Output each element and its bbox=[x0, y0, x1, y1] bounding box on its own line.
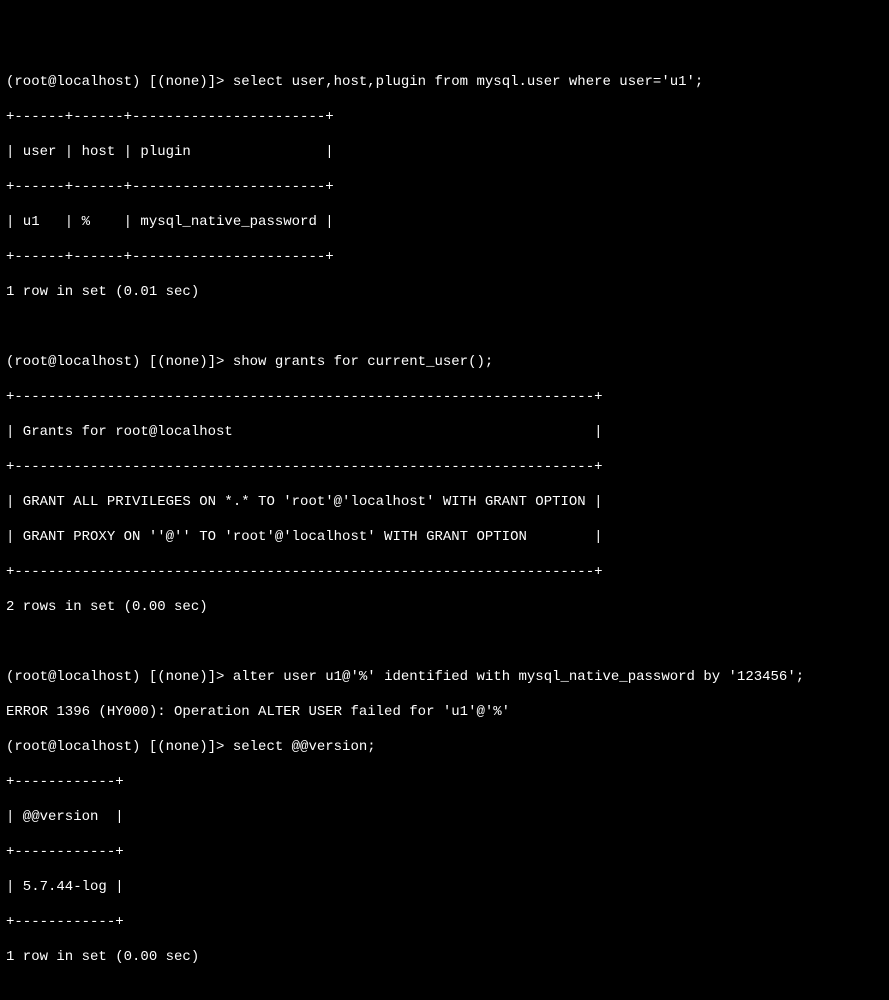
prompt: (root@localhost) [(none)]> bbox=[6, 739, 224, 755]
table-border: +------------+ bbox=[6, 914, 883, 932]
blank-line bbox=[6, 984, 883, 1000]
result-status: 1 row in set (0.00 sec) bbox=[6, 949, 883, 967]
table-border: +------------+ bbox=[6, 844, 883, 862]
table-data-row: | u1 | % | mysql_native_password | bbox=[6, 214, 883, 232]
table-header-row: | @@version | bbox=[6, 809, 883, 827]
table-data-row: | 5.7.44-log | bbox=[6, 879, 883, 897]
table-border: +---------------------------------------… bbox=[6, 459, 883, 477]
prompt: (root@localhost) [(none)]> bbox=[6, 74, 224, 90]
table-border: +------------+ bbox=[6, 774, 883, 792]
result-status: 2 rows in set (0.00 sec) bbox=[6, 599, 883, 617]
table-border: +---------------------------------------… bbox=[6, 389, 883, 407]
sql-query-3: alter user u1@'%' identified with mysql_… bbox=[233, 669, 804, 685]
prompt-line-2: (root@localhost) [(none)]> show grants f… bbox=[6, 354, 883, 372]
table-border: +------+------+-----------------------+ bbox=[6, 109, 883, 127]
error-message: ERROR 1396 (HY000): Operation ALTER USER… bbox=[6, 704, 883, 722]
prompt: (root@localhost) [(none)]> bbox=[6, 354, 224, 370]
table-border: +------+------+-----------------------+ bbox=[6, 179, 883, 197]
table-border: +---------------------------------------… bbox=[6, 564, 883, 582]
sql-query-1: select user,host,plugin from mysql.user … bbox=[233, 74, 703, 90]
table-border: +------+------+-----------------------+ bbox=[6, 249, 883, 267]
prompt: (root@localhost) [(none)]> bbox=[6, 669, 224, 685]
sql-query-2: show grants for current_user(); bbox=[233, 354, 493, 370]
table-data-row: | GRANT PROXY ON ''@'' TO 'root'@'localh… bbox=[6, 529, 883, 547]
table-data-row: | GRANT ALL PRIVILEGES ON *.* TO 'root'@… bbox=[6, 494, 883, 512]
blank-line bbox=[6, 634, 883, 652]
table-header-row: | Grants for root@localhost | bbox=[6, 424, 883, 442]
prompt-line-4: (root@localhost) [(none)]> select @@vers… bbox=[6, 739, 883, 757]
prompt-line-3: (root@localhost) [(none)]> alter user u1… bbox=[6, 669, 883, 687]
result-status: 1 row in set (0.01 sec) bbox=[6, 284, 883, 302]
blank-line bbox=[6, 319, 883, 337]
sql-query-4: select @@version; bbox=[233, 739, 376, 755]
prompt-line-1: (root@localhost) [(none)]> select user,h… bbox=[6, 74, 883, 92]
table-header-row: | user | host | plugin | bbox=[6, 144, 883, 162]
